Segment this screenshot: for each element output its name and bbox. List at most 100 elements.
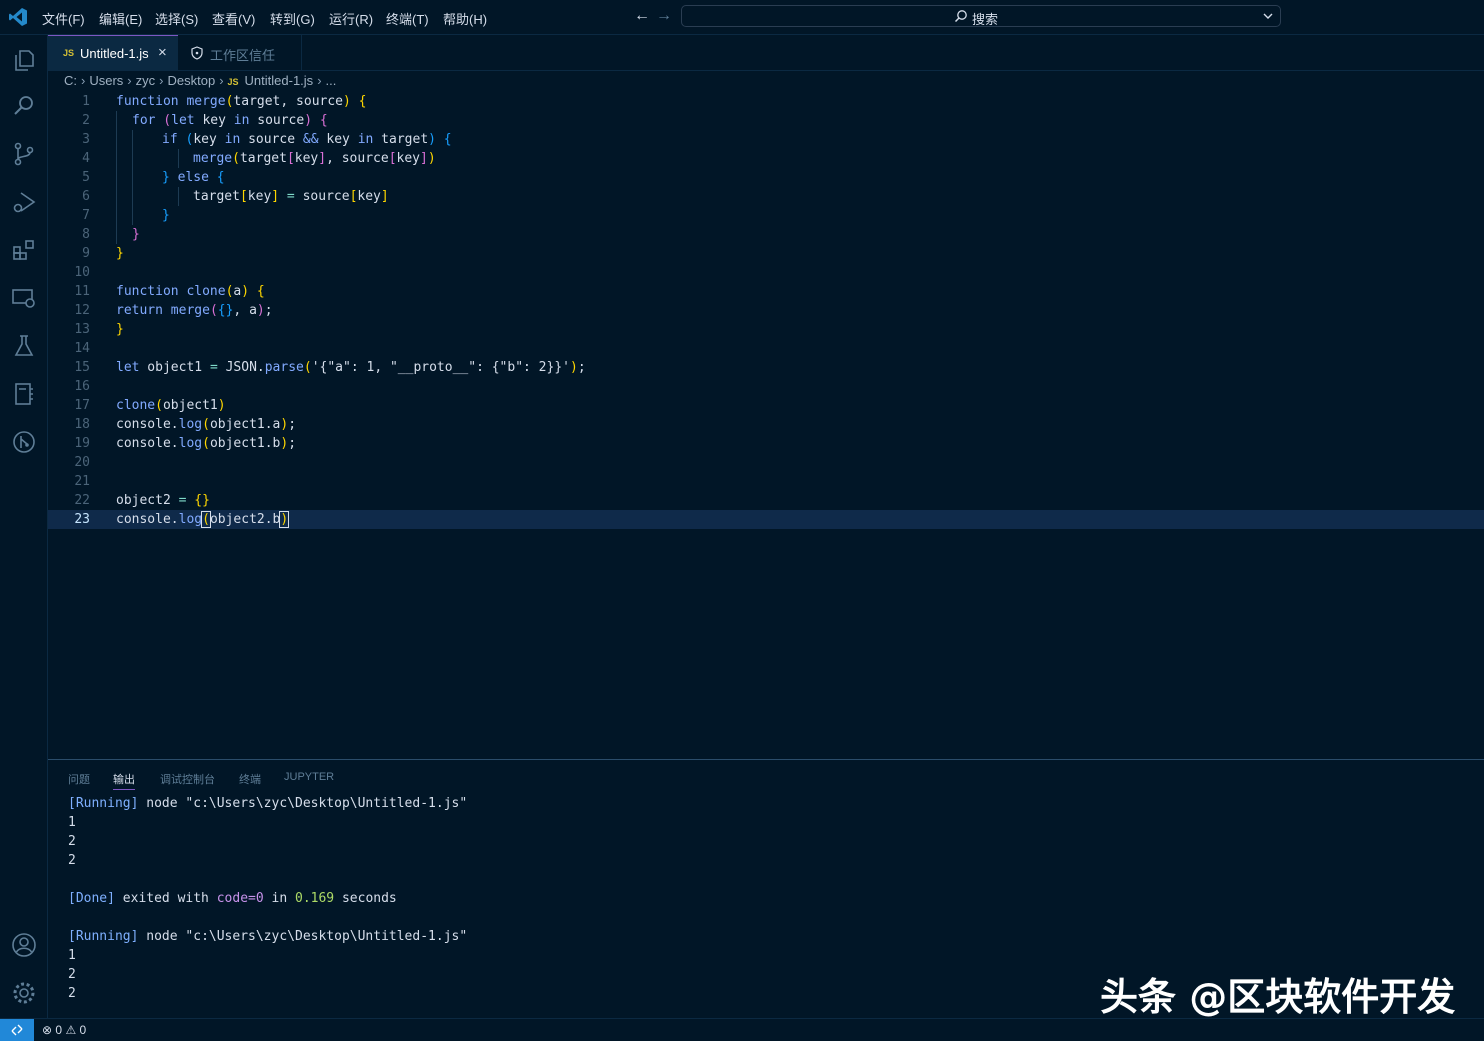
- chevron-down-icon[interactable]: [1262, 10, 1274, 22]
- code-line: 21: [48, 472, 1484, 491]
- run-debug-icon[interactable]: [11, 189, 37, 215]
- line-number: 21: [74, 474, 90, 489]
- code-text: merge(target[key], source[key]): [193, 151, 436, 166]
- line-number: 7: [82, 208, 90, 223]
- code-line: 9}: [48, 244, 1484, 263]
- menu-view[interactable]: 查看(V): [212, 9, 255, 28]
- line-number: 23: [74, 512, 90, 527]
- status-bar: ⊗ 0 ⚠ 0: [0, 1018, 1484, 1041]
- chevron-right-icon: ›: [127, 73, 132, 88]
- code-line-current: 23 console.log(object2.b): [48, 510, 1484, 529]
- line-number: 4: [82, 151, 90, 166]
- code-text: console.log(object1.a);: [116, 417, 297, 432]
- code-line: 20: [48, 453, 1484, 472]
- code-text: }: [116, 246, 124, 261]
- breadcrumb-item[interactable]: Untitled-1.js: [245, 73, 314, 88]
- status-problems[interactable]: ⊗ 0 ⚠ 0: [42, 1023, 86, 1037]
- code-text: function clone(a) {: [116, 284, 265, 299]
- code-text: }: [116, 322, 124, 337]
- code-text: console.log(object2.b): [116, 511, 290, 528]
- code-line: 22 object2 = {}: [48, 491, 1484, 510]
- menu-file[interactable]: 文件(F): [42, 9, 85, 28]
- output-line: [Running] node "c:\Users\zyc\Desktop\Unt…: [68, 929, 468, 944]
- code-editor[interactable]: 1 function merge(target, source) { 2 for (…: [48, 92, 1484, 758]
- git-graph-icon[interactable]: [11, 429, 37, 455]
- code-line: 15 let object1 = JSON.parse('{"a": 1, "__…: [48, 358, 1484, 377]
- vscode-logo-icon: [9, 8, 27, 26]
- code-line: 13}: [48, 320, 1484, 339]
- explorer-icon[interactable]: [11, 47, 37, 73]
- line-number: 17: [74, 398, 90, 413]
- breadcrumb-item[interactable]: Desktop: [167, 73, 215, 88]
- breadcrumb-item[interactable]: ...: [326, 73, 337, 88]
- code-line: 1 function merge(target, source) {: [48, 92, 1484, 111]
- breadcrumb: C: › Users › zyc › Desktop › JS Untitled-1.js ›...: [64, 73, 336, 91]
- line-number: 8: [82, 227, 90, 242]
- code-line: 17 clone(object1): [48, 396, 1484, 415]
- line-number: 5: [82, 170, 90, 185]
- line-number: 10: [74, 265, 90, 280]
- extensions-icon[interactable]: [11, 237, 37, 263]
- editor-tab-bar: JS Untitled-1.js × 工作区信任: [48, 35, 1484, 71]
- code-text: target[key] = source[key]: [193, 189, 389, 204]
- testing-icon[interactable]: [11, 333, 37, 359]
- code-line: 7}: [48, 206, 1484, 225]
- arrow-left-icon[interactable]: ←: [634, 7, 650, 25]
- warning-count: 0: [79, 1023, 87, 1037]
- code-text: let object1 = JSON.parse('{"a": 1, "__pr…: [116, 360, 586, 375]
- menu-selection[interactable]: 选择(S): [155, 9, 198, 28]
- remote-explorer-icon[interactable]: [11, 285, 37, 311]
- output-line: [Running] node "c:\Users\zyc\Desktop\Unt…: [68, 796, 468, 811]
- notebook-icon[interactable]: [11, 381, 37, 407]
- remote-connection-button[interactable]: [0, 1019, 34, 1041]
- code-line: 11 function clone(a) {: [48, 282, 1484, 301]
- code-text: return merge({}, a);: [116, 303, 273, 318]
- warning-icon: ⚠: [65, 1023, 77, 1037]
- line-number: 6: [82, 189, 90, 204]
- tab-workspace-trust[interactable]: 工作区信任: [178, 35, 302, 70]
- code-line: 3 if (key in source && key in target) {: [48, 130, 1484, 149]
- activity-bar: [0, 35, 48, 1018]
- line-number: 22: [74, 493, 90, 508]
- error-count: 0: [55, 1023, 63, 1037]
- menu-run[interactable]: 运行(R): [329, 9, 373, 28]
- chevron-right-icon: ›: [317, 73, 322, 88]
- command-center-label: 搜索: [972, 12, 999, 27]
- code-text: if (key in source && key in target) {: [162, 132, 452, 147]
- menu-edit[interactable]: 编辑(E): [99, 9, 142, 28]
- close-icon[interactable]: ×: [158, 44, 167, 61]
- tab-output[interactable]: 输出: [113, 771, 135, 790]
- code-text: }: [132, 227, 140, 242]
- tab-debug-console[interactable]: 调试控制台: [160, 771, 215, 787]
- menu-go[interactable]: 转到(G): [270, 9, 315, 28]
- output-line: 1: [68, 948, 76, 963]
- breadcrumb-item[interactable]: C:: [64, 73, 77, 88]
- line-number: 19: [74, 436, 90, 451]
- output-line: [Done] exited with code=0 in 0.169 secon…: [68, 891, 397, 906]
- code-text: }: [162, 208, 170, 223]
- tab-jupyter[interactable]: JUPYTER: [284, 771, 334, 783]
- code-text: object2 = {}: [116, 493, 210, 508]
- search-icon[interactable]: [11, 93, 37, 119]
- breadcrumb-item[interactable]: zyc: [136, 73, 156, 88]
- tab-label: 工作区信任: [210, 48, 276, 63]
- settings-gear-icon[interactable]: [11, 980, 37, 1006]
- menu-help[interactable]: 帮助(H): [443, 9, 487, 28]
- line-number: 9: [82, 246, 90, 261]
- tab-untitled-1[interactable]: JS Untitled-1.js ×: [48, 35, 178, 70]
- source-control-icon[interactable]: [11, 141, 37, 167]
- tab-problems[interactable]: 问题: [68, 771, 90, 787]
- account-icon[interactable]: [11, 932, 37, 958]
- arrow-right-icon[interactable]: →: [656, 7, 672, 25]
- line-number: 12: [74, 303, 90, 318]
- output-line: 1: [68, 815, 76, 830]
- output-line: 2: [68, 853, 76, 868]
- line-number: 15: [74, 360, 90, 375]
- line-number: 11: [74, 284, 90, 299]
- code-line: 19 console.log(object1.b);: [48, 434, 1484, 453]
- menu-terminal[interactable]: 终端(T): [386, 9, 429, 28]
- command-center-search[interactable]: 搜索: [681, 5, 1281, 27]
- breadcrumb-item[interactable]: Users: [89, 73, 123, 88]
- tab-terminal[interactable]: 终端: [239, 771, 261, 787]
- code-line: 2 for (let key in source) {: [48, 111, 1484, 130]
